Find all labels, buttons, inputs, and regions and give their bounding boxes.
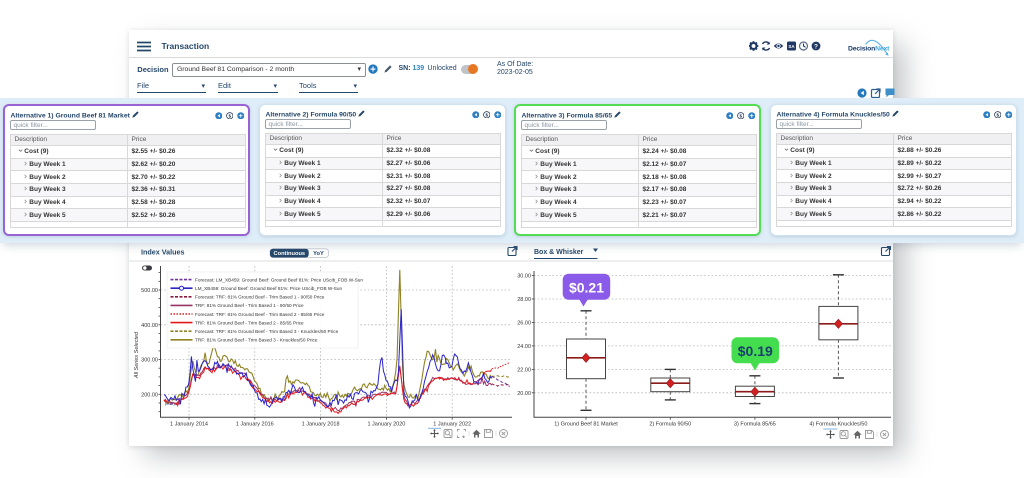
svg-text:300.00: 300.00	[141, 358, 158, 364]
svg-text:2) Formula 90/50: 2) Formula 90/50	[649, 422, 691, 428]
svg-text:YoY: YoY	[313, 251, 324, 257]
svg-text:$: $	[739, 113, 742, 118]
svg-text:1 January 2018: 1 January 2018	[302, 422, 340, 428]
svg-text:400.00: 400.00	[141, 323, 158, 329]
svg-text:Forecast: TRF: 81% Ground Beef: Forecast: TRF: 81% Ground Beef - Trim Ba…	[195, 312, 325, 317]
svg-text:$: $	[485, 112, 488, 117]
svg-text:Continuous: Continuous	[274, 251, 306, 257]
svg-text:30.00: 30.00	[517, 274, 531, 280]
svg-text:500.00: 500.00	[141, 288, 158, 294]
svg-text:1) Ground Beef 81 Market: 1) Ground Beef 81 Market	[554, 422, 618, 428]
svg-text:26.00: 26.00	[517, 321, 531, 327]
svg-text:1 January 2016: 1 January 2016	[236, 422, 274, 428]
svg-text:Forecast: LM_XB459: Ground Bee: Forecast: LM_XB459: Ground Beef: Ground …	[195, 277, 363, 282]
svg-text:Box & Whisker: Box & Whisker	[534, 249, 584, 256]
svg-text:TRF: 81% Ground Beef - Trim Ba: TRF: 81% Ground Beef - Trim Based 2 - 85…	[195, 320, 304, 325]
svg-text:TRF: 81% Ground Beef - Trim Ba: TRF: 81% Ground Beef - Trim Based 3 - Kn…	[195, 338, 318, 343]
svg-text:24.00: 24.00	[517, 344, 531, 350]
svg-text:$: $	[996, 112, 999, 117]
svg-text:plotly: plotly	[165, 401, 176, 406]
svg-text:LM_XB459: Ground Beef: Ground: LM_XB459: Ground Beef: Ground Beef 81%: …	[195, 286, 343, 291]
svg-text:DecisionNext: DecisionNext	[848, 45, 890, 52]
svg-text:4) Formula Knuckles/50: 4) Formula Knuckles/50	[809, 422, 867, 428]
svg-text:Forecast: TRF: 81% Ground Beef: Forecast: TRF: 81% Ground Beef - Trim Ba…	[195, 295, 325, 300]
svg-text:20.00: 20.00	[517, 391, 531, 397]
svg-text:Forecast: TRF: 81% Ground Beef: Forecast: TRF: 81% Ground Beef - Trim Ba…	[195, 329, 339, 334]
svg-text:$: $	[228, 113, 231, 118]
svg-text:1 January 2022: 1 January 2022	[433, 422, 471, 428]
svg-text:$0.19: $0.19	[738, 343, 773, 359]
svg-text:SA: SA	[788, 44, 795, 49]
svg-text:Index Values: Index Values	[141, 248, 185, 257]
svg-text:$0.21: $0.21	[569, 280, 604, 296]
svg-text:28.00: 28.00	[517, 297, 531, 303]
svg-text:3) Formula 85/65: 3) Formula 85/65	[734, 422, 776, 428]
svg-text:200.00: 200.00	[141, 392, 158, 398]
svg-text:All Series Selected: All Series Selected	[134, 331, 140, 379]
svg-text:22.00: 22.00	[517, 367, 531, 373]
svg-text:TRF: 81% Ground Beef - Trim Ba: TRF: 81% Ground Beef - Trim Based 1 - 90…	[195, 303, 304, 308]
svg-text:1 January 2014: 1 January 2014	[170, 422, 208, 428]
svg-text:?: ?	[814, 43, 818, 50]
svg-text:1 January 2020: 1 January 2020	[367, 422, 405, 428]
